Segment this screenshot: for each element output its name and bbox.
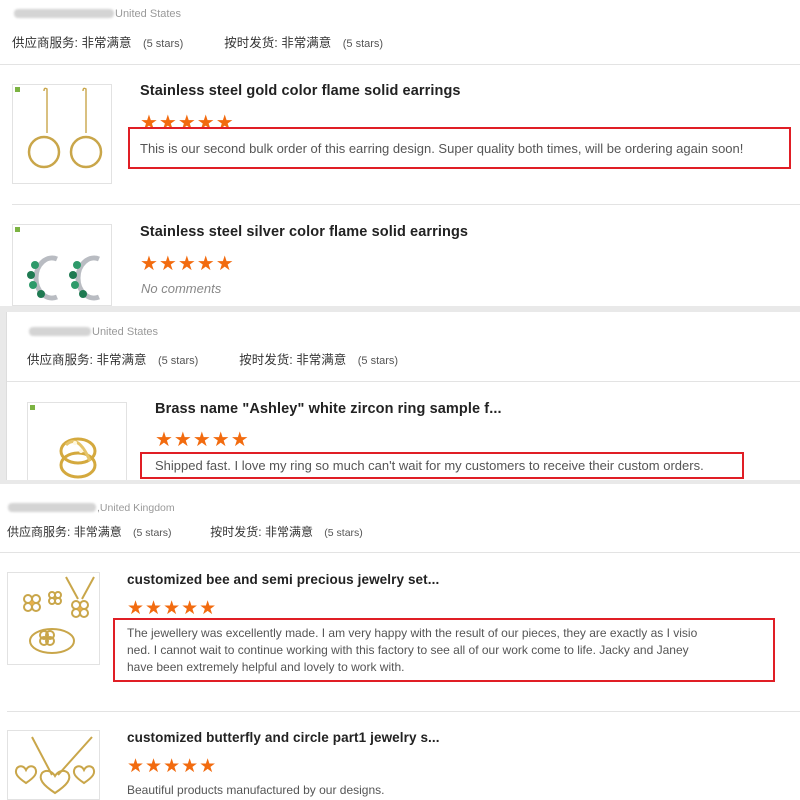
blurred-reviewer-name (8, 503, 96, 512)
supplier-ratings: 供应商服务: 非常满意 (5 stars) 按时发货: 非常满意 (5 star… (27, 349, 398, 368)
product-thumbnail-gold-hoop-earrings[interactable] (12, 84, 112, 184)
product-title[interactable]: Stainless steel silver color flame solid… (140, 224, 468, 240)
blurred-reviewer-name (29, 327, 91, 336)
service-label: 供应商服务: (27, 353, 93, 367)
shipping-label: 按时发货: (239, 353, 293, 367)
shipping-value: 非常满意 (264, 525, 313, 539)
product-thumbnail-name-ring[interactable] (27, 402, 127, 480)
service-label: 供应商服务: (7, 525, 71, 539)
gold-zircon-ring-image (30, 405, 97, 479)
product-thumbnail-butterfly-circle-set[interactable] (7, 730, 100, 800)
reviewer-info: United States (29, 326, 158, 338)
shipping-value: 非常满意 (281, 36, 332, 50)
reviewer-country: ,United Kingdom (97, 502, 175, 514)
service-label: 供应商服务: (12, 36, 78, 50)
service-value: 非常满意 (73, 525, 122, 539)
product-title[interactable]: customized bee and semi precious jewelry… (127, 572, 439, 587)
reviewer-country: United States (92, 326, 159, 338)
blurred-reviewer-name (14, 9, 114, 18)
product-title[interactable]: Stainless steel gold color flame solid e… (140, 83, 461, 99)
service-stars-note: (5 stars) (133, 527, 172, 539)
product-thumbnail-bee-jewelry-set[interactable] (7, 572, 100, 665)
divider (7, 381, 800, 382)
review-comment: No comments (141, 281, 222, 296)
product-rating-stars: ★★★★★ (140, 253, 235, 275)
review-comment-line: ned. I cannot wait to continue working w… (127, 643, 689, 657)
review-card-3: ,United Kingdom 供应商服务: 非常满意 (5 stars) 按时… (0, 484, 800, 800)
service-stars-note: (5 stars) (142, 38, 184, 50)
review-comment-line: have been extremely helpful and lovely t… (127, 660, 405, 674)
shipping-label: 按时发货: (224, 36, 278, 50)
product-rating-stars: ★★★★★ (155, 429, 250, 451)
divider (0, 552, 800, 553)
shipping-stars-note: (5 stars) (342, 38, 384, 50)
product-thumbnail-silver-earrings[interactable] (12, 224, 112, 306)
reviewer-info: United States (14, 8, 181, 20)
shipping-value: 非常满意 (296, 353, 347, 367)
product-rating-stars: ★★★★★ (127, 756, 218, 777)
review-comment: This is our second bulk order of this ea… (140, 141, 744, 156)
review-comment: The jewellery was excellently made. I am… (127, 625, 767, 676)
service-stars-note: (5 stars) (157, 355, 199, 367)
shipping-stars-note: (5 stars) (324, 527, 363, 539)
reviewer-country: United States (115, 8, 182, 20)
silver-green-earrings-image (15, 227, 100, 301)
divider (0, 64, 800, 65)
product-rating-stars: ★★★★★ (127, 598, 218, 619)
service-value: 非常满意 (96, 353, 147, 367)
divider (7, 711, 800, 712)
divider (12, 204, 800, 205)
bee-jewelry-set-image (23, 576, 95, 654)
gold-hoop-earrings-image (15, 87, 103, 169)
review-comment: Beautiful products manufactured by our d… (127, 783, 385, 797)
shipping-label: 按时发货: (210, 525, 262, 539)
review-card-1: United States 供应商服务: 非常满意 (5 stars) 按时发货… (0, 0, 800, 306)
heart-necklace-set-image (14, 736, 96, 795)
supplier-ratings: 供应商服务: 非常满意 (5 stars) 按时发货: 非常满意 (5 star… (7, 523, 363, 540)
review-card-2: United States 供应商服务: 非常满意 (5 stars) 按时发货… (6, 312, 800, 480)
supplier-ratings: 供应商服务: 非常满意 (5 stars) 按时发货: 非常满意 (5 star… (12, 32, 383, 51)
review-comment-line: The jewellery was excellently made. I am… (127, 626, 698, 640)
service-value: 非常满意 (81, 36, 132, 50)
product-title[interactable]: Brass name "Ashley" white zircon ring sa… (155, 401, 502, 417)
reviewer-info: ,United Kingdom (8, 502, 175, 514)
review-comment: Shipped fast. I love my ring so much can… (155, 458, 704, 473)
shipping-stars-note: (5 stars) (357, 355, 399, 367)
product-title[interactable]: customized butterfly and circle part1 je… (127, 730, 440, 745)
